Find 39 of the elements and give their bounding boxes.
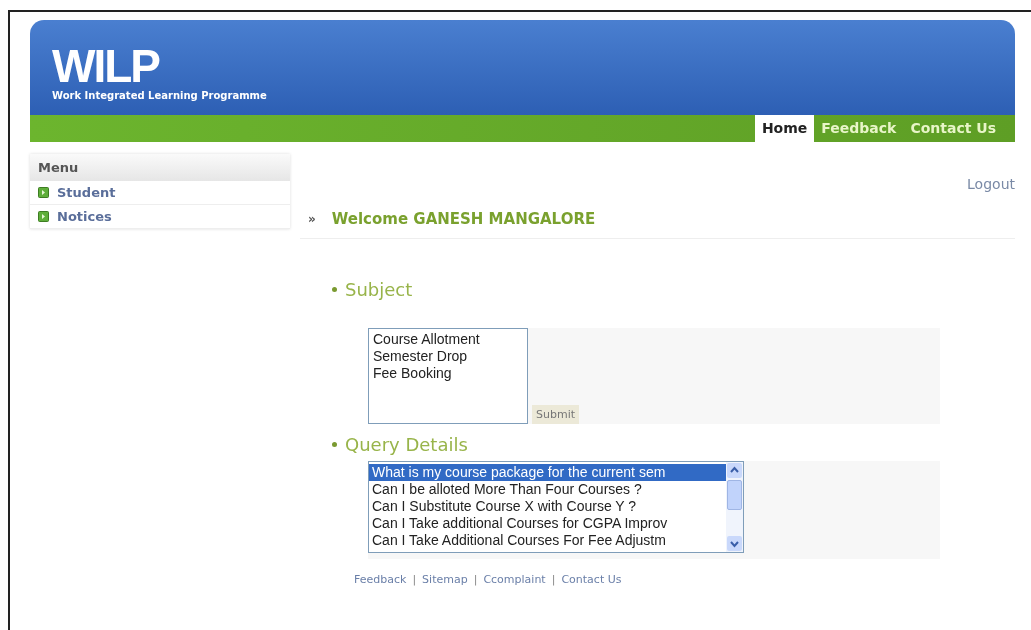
bullet-icon xyxy=(332,442,337,447)
logo: WILP xyxy=(52,44,159,88)
footer-link[interactable]: Ccomplaint xyxy=(483,573,546,586)
section-heading: Query Details xyxy=(345,434,468,455)
separator: | xyxy=(412,573,417,586)
tagline: Work Integrated Learning Programme xyxy=(52,90,267,101)
scroll-thumb[interactable] xyxy=(727,480,742,510)
bullet-icon xyxy=(332,287,337,292)
sidebar-link[interactable]: Notices xyxy=(57,209,112,224)
list-option[interactable]: Fee Booking xyxy=(370,365,526,382)
expand-icon xyxy=(38,211,49,222)
subject-list[interactable]: Course Allotment Semester Drop Fee Booking xyxy=(368,328,528,424)
logout-link[interactable]: Logout xyxy=(967,176,1015,192)
scroll-up-icon[interactable] xyxy=(726,462,743,479)
footer-link[interactable]: Sitemap xyxy=(422,573,468,586)
separator: | xyxy=(473,573,478,586)
footer-link[interactable]: Feedback xyxy=(354,573,407,586)
scroll-down-icon[interactable] xyxy=(726,535,743,552)
list-option[interactable]: What is my course package for the current sem xyxy=(369,464,726,481)
expand-icon xyxy=(38,187,49,198)
bullet-marker: » xyxy=(308,212,316,226)
list-option[interactable]: Can I Take additional Courses for CGPA Improv xyxy=(369,515,726,532)
list-option[interactable]: Can I Substitute Course X with Course Y ? xyxy=(369,498,726,515)
list-option[interactable]: Course Allotment xyxy=(370,331,526,348)
separator: | xyxy=(551,573,556,586)
sidebar-title: Menu xyxy=(30,154,290,181)
footer-link[interactable]: Contact Us xyxy=(561,573,622,586)
welcome-text: Welcome GANESH MANGALORE xyxy=(331,210,596,228)
list-option[interactable]: Can I Take Additional Courses For Fee Adjustm xyxy=(369,532,726,549)
submit-button[interactable]: Submit xyxy=(532,405,580,424)
scrollbar[interactable] xyxy=(726,462,743,552)
nav-tab[interactable]: Contact Us xyxy=(903,115,1003,142)
query-list[interactable] xyxy=(368,461,744,553)
section-heading: Subject xyxy=(345,279,413,300)
nav-tab[interactable]: Home xyxy=(754,115,815,142)
sidebar-link[interactable]: Student xyxy=(57,185,116,200)
list-option[interactable]: Semester Drop xyxy=(370,348,526,365)
nav-tab[interactable]: Feedback xyxy=(814,115,904,142)
list-option[interactable]: Can I be alloted More Than Four Courses ? xyxy=(369,481,726,498)
